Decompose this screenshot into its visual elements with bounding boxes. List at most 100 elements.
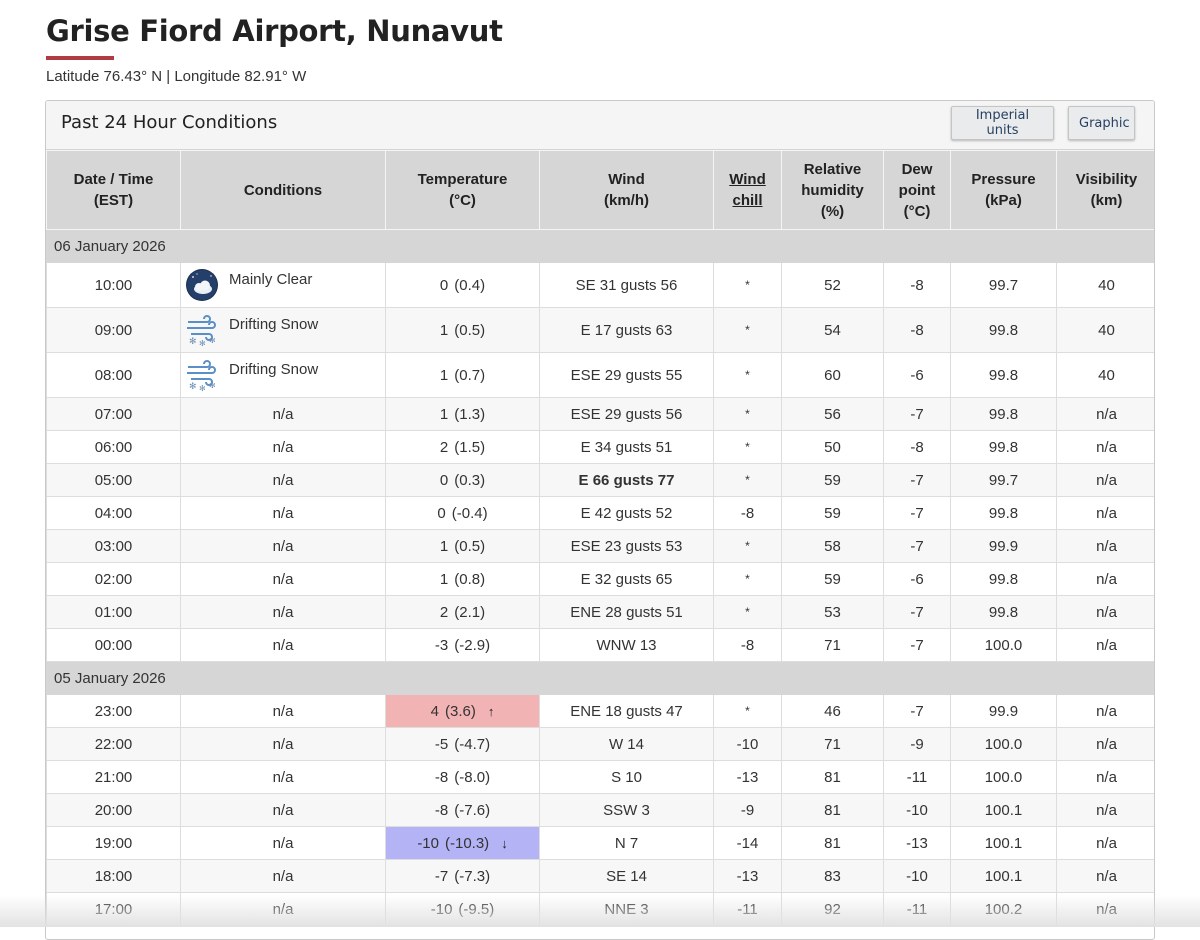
temperature-rounded: 1: [439, 321, 449, 339]
header-visibility: Visibility (km): [1056, 150, 1154, 230]
temperature-rounded: -3: [434, 636, 449, 654]
cell-dewpoint: -8: [883, 307, 951, 353]
date-row: 06 January 2026: [46, 229, 1154, 263]
temperature-rounded: 2: [439, 603, 449, 621]
cell-humidity: 56: [781, 397, 884, 431]
cell-humidity: 59: [781, 463, 884, 497]
temperature-rounded: 0: [437, 504, 446, 522]
cell-dewpoint: -8: [883, 262, 951, 308]
condition-text: Mainly Clear: [229, 271, 313, 288]
temperature-exact: (-0.4): [451, 504, 488, 522]
cell-time: 23:00: [46, 694, 181, 728]
temperature-rounded: -10: [417, 834, 439, 852]
cell-humidity: 83: [781, 859, 884, 893]
cell-windchill: -10: [713, 727, 782, 761]
page-title: Grise Fiord Airport, Nunavut: [46, 14, 503, 48]
cell-visibility: 40: [1056, 307, 1154, 353]
table-row: 22:00 n/a -5 (-4.7) W 14 -10 71 -9 100.0 n/a: [46, 727, 1154, 761]
cell-pressure: 99.8: [950, 397, 1057, 431]
mainly-clear-night-icon: [185, 268, 219, 302]
table-row: 06:00 n/a 2 (1.5) E 34 gusts 51 * 50 -8 99.8 n/a: [46, 430, 1154, 464]
temperature-exact: (0.3): [454, 471, 486, 489]
cell-conditions: n/a: [180, 562, 386, 596]
cell-windchill: -8: [713, 628, 782, 662]
temperature-exact: (0.4): [454, 276, 486, 294]
date-row: 05 January 2026: [46, 661, 1154, 695]
cell-dewpoint: -6: [883, 352, 951, 398]
temperature-rounded: 1: [439, 570, 449, 588]
cell-dewpoint: -7: [883, 628, 951, 662]
arrow-down-icon: ↓: [501, 835, 508, 851]
cell-temperature: 0 (0.4): [385, 262, 540, 308]
date-label: 05 January 2026: [46, 661, 1154, 695]
temperature-exact: (0.7): [454, 366, 486, 384]
cell-conditions: n/a: [180, 760, 386, 794]
temperature-rounded: -8: [434, 801, 449, 819]
cell-humidity: 81: [781, 760, 884, 794]
cell-humidity: 71: [781, 727, 884, 761]
cell-temperature: -10 (-9.5): [385, 892, 540, 926]
cell-temperature: -8 (-8.0): [385, 760, 540, 794]
cell-visibility: 40: [1056, 352, 1154, 398]
cell-pressure: 99.9: [950, 694, 1057, 728]
cell-conditions: n/a: [180, 529, 386, 563]
drifting-snow-icon: ✻ ✻ ✻: [185, 358, 219, 393]
cell-conditions: n/a: [180, 496, 386, 530]
cell-humidity: 81: [781, 826, 884, 860]
condition-text: Drifting Snow: [229, 361, 319, 378]
header-windchill-link[interactable]: Wind chill: [713, 150, 782, 230]
cell-pressure: 99.8: [950, 496, 1057, 530]
cell-wind: ENE 18 gusts 47: [539, 694, 714, 728]
table-row: 04:00 n/a 0 (-0.4) E 42 gusts 52 -8 59 -7 99.8 n/…: [46, 496, 1154, 530]
cell-visibility: n/a: [1056, 628, 1154, 662]
graphic-button[interactable]: Graphic: [1068, 106, 1135, 140]
temperature-rounded: -8: [434, 768, 449, 786]
cell-windchill: -13: [713, 760, 782, 794]
table-row: 18:00 n/a -7 (-7.3) SE 14 -13 83 -10 100.1 n/a: [46, 859, 1154, 893]
temperature-rounded: 0: [439, 276, 449, 294]
cell-humidity: 71: [781, 628, 884, 662]
cell-conditions: n/a: [180, 397, 386, 431]
cell-temperature: 1 (0.5): [385, 307, 540, 353]
date-label: 06 January 2026: [46, 229, 1154, 263]
header-datetime: Date / Time (EST): [46, 150, 181, 230]
temperature-exact: (2.1): [454, 603, 486, 621]
cell-windchill: -13: [713, 859, 782, 893]
cell-pressure: 100.1: [950, 826, 1057, 860]
cell-visibility: n/a: [1056, 793, 1154, 827]
cell-wind: E 32 gusts 65: [539, 562, 714, 596]
table-row: 03:00 n/a 1 (0.5) ESE 23 gusts 53 * 58 -7 99.9 n/…: [46, 529, 1154, 563]
table-header-row: Date / Time (EST) Conditions Temperature(…: [46, 150, 1154, 230]
cell-conditions: n/a: [180, 727, 386, 761]
cell-temperature: -5 (-4.7): [385, 727, 540, 761]
temperature-exact: (3.6): [445, 702, 476, 720]
temperature-rounded: 4: [430, 702, 439, 720]
cell-wind: ESE 29 gusts 55: [539, 352, 714, 398]
cell-windchill: *: [713, 529, 782, 563]
cell-pressure: 99.8: [950, 352, 1057, 398]
cell-windchill: -11: [713, 892, 782, 926]
cell-wind: W 14: [539, 727, 714, 761]
cell-windchill: *: [713, 352, 782, 398]
svg-text:✻: ✻: [209, 336, 216, 345]
cell-visibility: n/a: [1056, 859, 1154, 893]
temperature-exact: (1.5): [454, 438, 486, 456]
drifting-snow-icon: ✻ ✻ ✻: [185, 313, 219, 348]
cell-wind: E 42 gusts 52: [539, 496, 714, 530]
cell-conditions: n/a: [180, 793, 386, 827]
table-row: 09:00 ✻ ✻ ✻ Drifting Snow 1 (0.5) E 17 gusts 63…: [46, 307, 1154, 353]
svg-text:✻: ✻: [189, 336, 197, 346]
imperial-units-button[interactable]: Imperial units: [951, 106, 1054, 140]
cell-visibility: 40: [1056, 262, 1154, 308]
cell-dewpoint: -7: [883, 595, 951, 629]
cell-pressure: 99.8: [950, 307, 1057, 353]
temperature-exact: (0.8): [454, 570, 486, 588]
cell-dewpoint: -7: [883, 694, 951, 728]
cell-wind: S 10: [539, 760, 714, 794]
table-row: 17:00 n/a -10 (-9.5) NNE 3 -11 92 -11 100.2 n/a: [46, 892, 1154, 926]
cell-conditions: n/a: [180, 463, 386, 497]
cell-conditions: ✻ ✻ ✻ Drifting Snow: [180, 352, 386, 398]
cell-time: 17:00: [46, 892, 181, 926]
cell-dewpoint: -10: [883, 859, 951, 893]
cell-conditions: n/a: [180, 694, 386, 728]
